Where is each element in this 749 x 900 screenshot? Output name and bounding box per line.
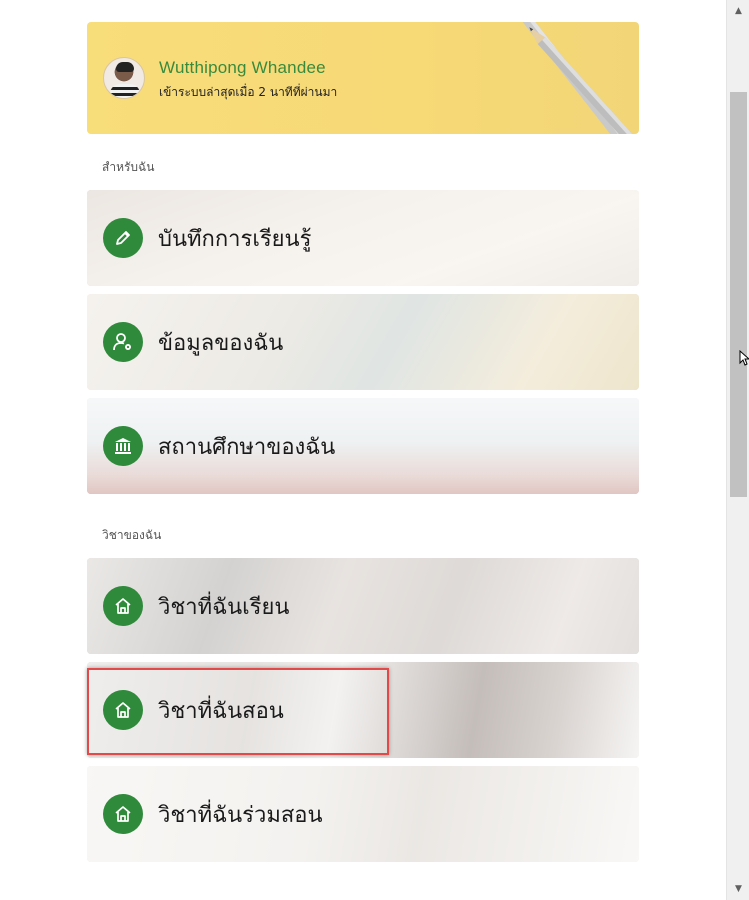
section-label-my-courses: วิชาของฉัน [102, 528, 162, 542]
pencils-decoration [518, 22, 639, 134]
menu-courses-i-study[interactable]: วิชาที่ฉันเรียน [87, 558, 639, 654]
menu-label: วิชาที่ฉันสอน [158, 699, 284, 724]
menu-label: วิชาที่ฉันร่วมสอน [158, 803, 323, 828]
mouse-cursor-icon [739, 350, 749, 366]
user-gear-icon [103, 322, 143, 362]
vertical-scrollbar[interactable]: ▲ ▼ [726, 0, 749, 900]
avatar[interactable] [103, 57, 145, 99]
menu-label: บันทึกการเรียนรู้ [158, 227, 312, 252]
menu-label: วิชาที่ฉันเรียน [158, 595, 290, 620]
home-icon [103, 690, 143, 730]
menu-label: ข้อมูลของฉัน [158, 331, 284, 356]
menu-courses-i-teach[interactable]: วิชาที่ฉันสอน [87, 662, 639, 758]
menu-my-info[interactable]: ข้อมูลของฉัน [87, 294, 639, 390]
last-login-text: เข้าระบบล่าสุดเมื่อ 2 นาทีที่ผ่านมา [159, 85, 338, 99]
scroll-down-icon[interactable]: ▼ [727, 880, 749, 898]
menu-label: สถานศึกษาของฉัน [158, 435, 336, 460]
pencil-icon [103, 218, 143, 258]
institution-icon [103, 426, 143, 466]
profile-card: Wutthipong Whandee เข้าระบบล่าสุดเมื่อ 2… [87, 22, 639, 134]
menu-learning-record[interactable]: บันทึกการเรียนรู้ [87, 190, 639, 286]
menu-courses-i-coteach[interactable]: วิชาที่ฉันร่วมสอน [87, 766, 639, 862]
home-icon [103, 586, 143, 626]
menu-my-institution[interactable]: สถานศึกษาของฉัน [87, 398, 639, 494]
section-label-for-me: สำหรับฉัน [102, 160, 155, 174]
profile-name[interactable]: Wutthipong Whandee [159, 58, 326, 78]
home-icon [103, 794, 143, 834]
scroll-up-icon[interactable]: ▲ [727, 2, 749, 20]
scroll-thumb[interactable] [730, 92, 747, 497]
